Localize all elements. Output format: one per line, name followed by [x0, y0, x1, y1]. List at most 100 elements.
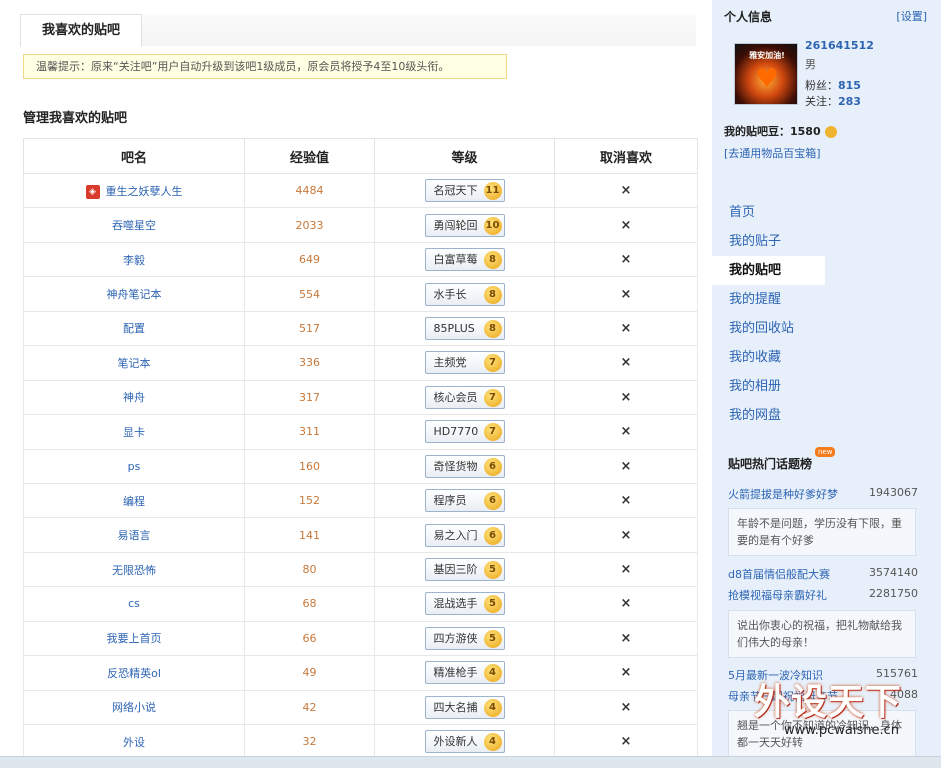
bar-name-link[interactable]: ps	[128, 460, 141, 473]
unlike-button[interactable]: ×	[621, 528, 632, 543]
unlike-button[interactable]: ×	[621, 390, 632, 405]
level-cell: 核心会员 7	[374, 379, 555, 416]
bar-name-cell: 神舟	[23, 379, 245, 416]
sidebar-nav-item[interactable]: 我的贴吧	[712, 256, 825, 285]
treasure-link[interactable]: [去通用物品百宝箱]	[724, 145, 821, 161]
bar-name-link[interactable]: 重生之妖孽人生	[106, 185, 183, 198]
exp-cell: 49	[244, 655, 375, 691]
unlike-button[interactable]: ×	[621, 665, 632, 680]
bar-name-cell: 显卡	[23, 414, 245, 450]
unlike-button[interactable]: ×	[621, 218, 632, 233]
exp-cell: 554	[244, 276, 375, 312]
level-badge: 四大名捕 4	[424, 695, 505, 719]
cancel-cell: ×	[554, 655, 698, 691]
sidebar-nav-item[interactable]: 首页	[712, 198, 941, 227]
sidebar-nav-item[interactable]: 我的网盘	[712, 401, 941, 430]
bar-name-link[interactable]: 编程	[123, 495, 145, 508]
unlike-button[interactable]: ×	[621, 355, 632, 370]
tab-liked-bars[interactable]: 我喜欢的贴吧	[20, 14, 142, 47]
cancel-cell: ×	[554, 482, 698, 519]
avatar[interactable]: 雅安加油! ♥	[734, 43, 798, 105]
level-badge: 水手长 8	[424, 282, 505, 306]
follow-stat: 关注：283	[805, 95, 861, 108]
col-header-name: 吧名	[23, 138, 245, 174]
unlike-button[interactable]: ×	[621, 183, 632, 198]
bar-name-link[interactable]: 神舟笔记本	[107, 288, 162, 301]
sidebar: 个人信息 [设置] 雅安加油! ♥ 261641512 男 粉丝：815 关注：…	[712, 0, 941, 768]
username-link[interactable]: 261641512	[805, 39, 874, 52]
bar-name-link[interactable]: 神舟	[123, 391, 145, 404]
cancel-cell: ×	[554, 172, 698, 209]
unlike-button[interactable]: ×	[621, 700, 632, 715]
hot-topic-item[interactable]: 火箭提拔是种好爹好梦 1943067	[728, 486, 918, 502]
level-title: 奇怪货物	[433, 459, 478, 473]
bar-name-link[interactable]: cs	[128, 597, 140, 610]
cancel-cell: ×	[554, 723, 698, 760]
unlike-button[interactable]: ×	[621, 252, 632, 267]
exp-value: 68	[302, 597, 317, 611]
unlike-button[interactable]: ×	[621, 287, 632, 302]
cancel-cell: ×	[554, 379, 698, 416]
level-badge: 核心会员 7	[424, 385, 505, 409]
exp-value: 160	[299, 459, 320, 473]
unlike-button[interactable]: ×	[621, 321, 632, 336]
level-title: 四方游侠	[433, 631, 478, 645]
sidebar-nav-item[interactable]: 我的回收站	[712, 314, 941, 343]
exp-cell: 317	[244, 379, 375, 416]
bar-name-link[interactable]: 李毅	[123, 254, 145, 267]
sidebar-nav-item[interactable]: 我的贴子	[712, 227, 941, 256]
fans-count[interactable]: 815	[838, 79, 861, 92]
level-cell: 奇怪货物 6	[374, 448, 555, 484]
bar-name-cell: 李毅	[23, 241, 245, 278]
bar-name-link[interactable]: 易语言	[118, 529, 151, 542]
level-badge: 程序员 6	[424, 489, 505, 513]
level-number: 8	[483, 319, 502, 338]
level-title: 主频党	[433, 356, 467, 370]
follow-count[interactable]: 283	[838, 95, 861, 108]
tab-strip: 我喜欢的贴吧	[20, 14, 696, 47]
fans-stat: 粉丝：815	[805, 79, 861, 92]
bar-name-link[interactable]: 外设	[123, 736, 145, 749]
unlike-button[interactable]: ×	[621, 459, 632, 474]
level-badge: 四方游侠 5	[424, 626, 505, 650]
level-title: 85PLUS	[433, 321, 475, 335]
unlike-button[interactable]: ×	[621, 424, 632, 439]
level-title: 白富草莓	[433, 253, 478, 267]
level-title: 基因三阶	[433, 563, 478, 577]
hot-topic-item[interactable]: d8首届情侣般配大赛 3574140	[728, 566, 918, 582]
unlike-button[interactable]: ×	[621, 631, 632, 646]
unlike-button[interactable]: ×	[621, 596, 632, 611]
cancel-cell: ×	[554, 586, 698, 622]
bar-name-link[interactable]: 配置	[123, 322, 145, 335]
settings-link[interactable]: [设置]	[896, 8, 927, 24]
level-number: 4	[483, 698, 502, 717]
bean-icon	[824, 126, 837, 138]
bar-name-link[interactable]: 反恐精英ol	[107, 667, 161, 680]
level-badge: 白富草莓 8	[424, 248, 505, 272]
bar-name-link[interactable]: 笔记本	[118, 357, 151, 370]
hot-topic-item[interactable]: 抢模视福母亲霸好礼 2281750	[728, 587, 918, 603]
unlike-button[interactable]: ×	[621, 493, 632, 508]
bar-name-link[interactable]: 显卡	[123, 426, 145, 439]
bar-name-link[interactable]: 吞噬星空	[112, 219, 156, 232]
table-row: ps 160 奇怪货物 6 ×	[23, 448, 698, 484]
liked-bars-table: 吧名 经验值 等级 取消喜欢 ◈ 重生之妖孽人生 4484 名冠天下 11 × 吞噬星空 20…	[23, 138, 698, 760]
cancel-cell: ×	[554, 689, 698, 726]
bar-name-link[interactable]: 我要上首页	[107, 632, 162, 645]
unlike-button[interactable]: ×	[621, 734, 632, 749]
sidebar-nav-item[interactable]: 我的相册	[712, 372, 941, 401]
bar-name-link[interactable]: 网络小说	[112, 701, 156, 714]
sidebar-nav-item[interactable]: 我的提醒	[712, 285, 941, 314]
level-number: 6	[483, 457, 502, 476]
unlike-button[interactable]: ×	[621, 562, 632, 577]
table-row: cs 68 混战选手 5 ×	[23, 586, 698, 622]
cancel-cell: ×	[554, 414, 698, 450]
level-number: 4	[483, 733, 502, 752]
sidebar-nav-item[interactable]: 我的收藏	[712, 343, 941, 372]
bar-name-link[interactable]: 无限恐怖	[112, 564, 156, 577]
level-title: 外设新人	[433, 735, 478, 749]
level-badge: 精准枪手 4	[424, 661, 505, 685]
table-row: 笔记本 336 主频党 7 ×	[23, 345, 698, 381]
bar-name-cell: cs	[23, 586, 245, 622]
level-number: 5	[483, 629, 502, 648]
